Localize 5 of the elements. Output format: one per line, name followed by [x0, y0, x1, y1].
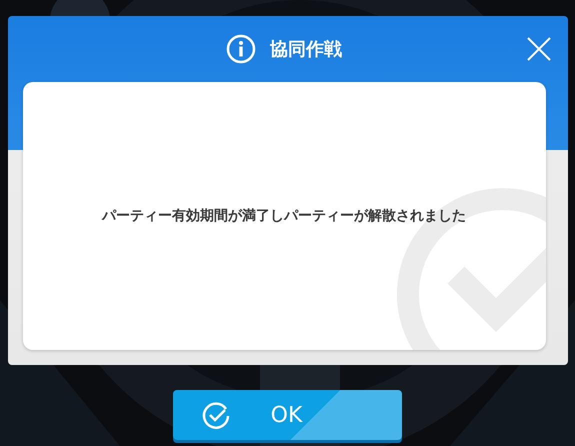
check-circle-icon: [201, 400, 231, 430]
info-icon: [226, 34, 256, 64]
dialog-title: 協同作戦: [270, 38, 342, 61]
message-text: パーティー有効期間が満了しパーティーが解散されました: [102, 207, 466, 225]
ok-button[interactable]: OK: [173, 390, 402, 440]
